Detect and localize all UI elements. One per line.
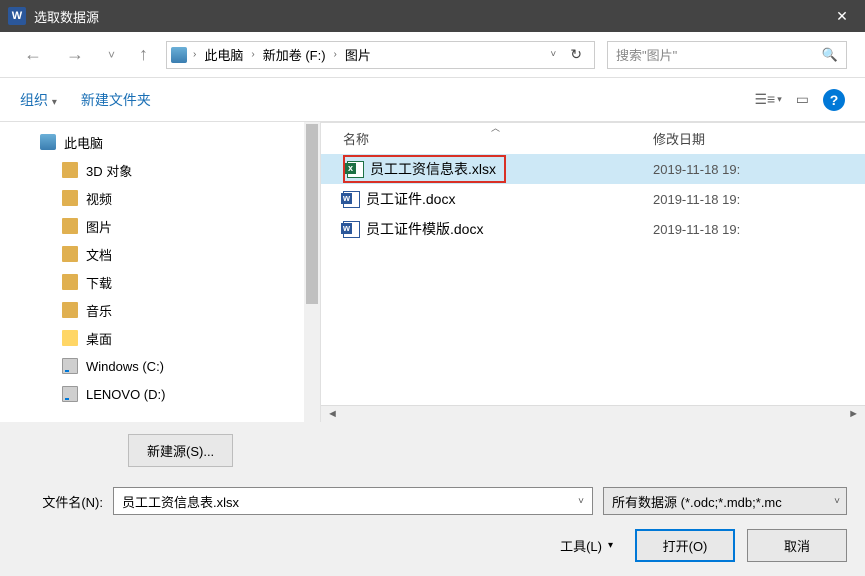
file-name: 员工证件.docx — [366, 189, 455, 209]
tree-item[interactable]: 桌面 — [0, 324, 320, 352]
tree-item[interactable]: 文档 — [0, 240, 320, 268]
tree-item-label: 3D 对象 — [86, 161, 132, 180]
file-list-area: ︿ 名称 修改日期 员工工资信息表.xlsx2019-11-18 19:员工证件… — [320, 122, 865, 422]
tree-item[interactable]: 音乐 — [0, 296, 320, 324]
breadcrumb-seg[interactable]: 新加卷 (F:) — [261, 45, 328, 64]
folder-tan-icon — [62, 162, 78, 178]
tree-item-label: 此电脑 — [64, 133, 103, 152]
xlsx-icon — [347, 161, 364, 178]
folder-tree[interactable]: 此电脑 3D 对象视频图片文档下载音乐桌面 Windows (C:) LENOVO (… — [0, 122, 320, 422]
tree-item-label: Windows (C:) — [86, 359, 164, 374]
breadcrumb-dropdown[interactable]: ˅ — [550, 49, 556, 60]
tree-item-label: 图片 — [86, 217, 112, 236]
tree-item[interactable]: 视频 — [0, 184, 320, 212]
file-date: 2019-11-18 19: — [653, 192, 740, 207]
breadcrumb-seg[interactable]: 图片 — [343, 45, 373, 64]
pc-icon — [40, 134, 56, 150]
filetype-value: 所有数据源 (*.odc;*.mdb;*.mc — [612, 492, 782, 511]
chevron-icon: › — [193, 49, 196, 60]
drive-icon — [62, 386, 78, 402]
toolbar: 组织 ▾ 新建文件夹 ☰≡ ▾ ▭ ? — [0, 78, 865, 122]
tree-item-label: 视频 — [86, 189, 112, 208]
folder-tan-icon — [62, 218, 78, 234]
drive-icon — [62, 358, 78, 374]
folder-yellow-icon — [62, 330, 78, 346]
tree-item-label: LENOVO (D:) — [86, 387, 165, 402]
main-area: 此电脑 3D 对象视频图片文档下载音乐桌面 Windows (C:) LENOVO (… — [0, 122, 865, 422]
organize-menu[interactable]: 组织 ▾ — [20, 90, 57, 110]
search-input[interactable]: 搜索"图片" 🔍 — [607, 41, 847, 69]
file-date: 2019-11-18 19: — [653, 162, 740, 177]
help-icon[interactable]: ? — [823, 89, 845, 111]
chevron-icon: › — [334, 49, 337, 60]
filename-label: 文件名(N): — [18, 492, 103, 511]
folder-tan-icon — [62, 274, 78, 290]
filename-input[interactable]: 员工工资信息表.xlsx ˅ — [113, 487, 593, 515]
forward-button[interactable]: → — [60, 40, 90, 69]
file-list-header: ︿ 名称 修改日期 — [321, 122, 865, 154]
tree-item-label: 文档 — [86, 245, 112, 264]
tree-item[interactable]: 下载 — [0, 268, 320, 296]
chevron-down-icon[interactable]: ˅ — [578, 496, 584, 507]
view-mode-button[interactable]: ☰≡ ▾ — [755, 91, 782, 108]
tree-item-label: 下载 — [86, 273, 112, 292]
cancel-button[interactable]: 取消 — [747, 529, 847, 562]
refresh-button[interactable]: ↻ — [562, 46, 590, 63]
open-button[interactable]: 打开(O) — [635, 529, 735, 562]
breadcrumb[interactable]: › 此电脑 › 新加卷 (F:) › 图片 ˅ ↻ — [166, 41, 595, 69]
docx-icon — [343, 191, 360, 208]
chevron-down-icon: ˅ — [834, 496, 840, 507]
tree-item[interactable]: 此电脑 — [0, 128, 320, 156]
tree-scrollbar[interactable] — [304, 122, 320, 422]
tree-item-label: 桌面 — [86, 329, 112, 348]
column-date[interactable]: 修改日期 — [653, 129, 865, 148]
file-row[interactable]: 员工证件模版.docx 2019-11-18 19: — [321, 214, 865, 244]
tree-item[interactable]: 图片 — [0, 212, 320, 240]
navbar: ← → ˅ ↑ › 此电脑 › 新加卷 (F:) › 图片 ˅ ↻ 搜索"图片"… — [0, 32, 865, 78]
search-placeholder: 搜索"图片" — [616, 45, 677, 64]
word-icon: W — [8, 7, 26, 25]
window-title: 选取数据源 — [34, 7, 819, 26]
tools-menu[interactable]: 工具(L) ▾ — [560, 536, 613, 555]
file-date: 2019-11-18 19: — [653, 222, 740, 237]
new-folder-button[interactable]: 新建文件夹 — [81, 90, 151, 110]
back-button[interactable]: ← — [18, 40, 48, 69]
file-name: 员工工资信息表.xlsx — [370, 159, 496, 179]
pc-icon — [171, 47, 187, 63]
folder-tan-icon — [62, 246, 78, 262]
tree-item[interactable]: 3D 对象 — [0, 156, 320, 184]
tree-item[interactable]: Windows (C:) — [0, 352, 320, 380]
tree-item-label: 音乐 — [86, 301, 112, 320]
chevron-icon: › — [251, 49, 254, 60]
folder-tan-icon — [62, 190, 78, 206]
docx-icon — [343, 221, 360, 238]
file-row[interactable]: 员工工资信息表.xlsx 2019-11-18 19: — [321, 154, 865, 184]
up-button[interactable]: ↑ — [133, 40, 154, 69]
tree-item[interactable]: LENOVO (D:) — [0, 380, 320, 408]
filetype-dropdown[interactable]: 所有数据源 (*.odc;*.mdb;*.mc ˅ — [603, 487, 847, 515]
recent-dropdown[interactable]: ˅ — [102, 44, 121, 66]
breadcrumb-seg[interactable]: 此电脑 — [202, 45, 245, 64]
close-button[interactable]: ✕ — [819, 0, 865, 32]
preview-pane-button[interactable]: ▭ — [796, 91, 809, 108]
scrollbar-thumb[interactable] — [306, 124, 318, 304]
file-row[interactable]: 员工证件.docx 2019-11-18 19: — [321, 184, 865, 214]
search-icon: 🔍 — [822, 47, 838, 63]
file-hscrollbar[interactable]: ◄► — [321, 405, 865, 422]
filename-value: 员工工资信息表.xlsx — [122, 492, 239, 511]
bottom-panel: 新建源(S)... 文件名(N): 员工工资信息表.xlsx ˅ 所有数据源 (… — [0, 422, 865, 576]
sort-indicator-icon: ︿ — [491, 121, 500, 134]
file-name: 员工证件模版.docx — [366, 219, 483, 239]
folder-tan-icon — [62, 302, 78, 318]
new-source-button[interactable]: 新建源(S)... — [128, 434, 233, 467]
titlebar: W 选取数据源 ✕ — [0, 0, 865, 32]
